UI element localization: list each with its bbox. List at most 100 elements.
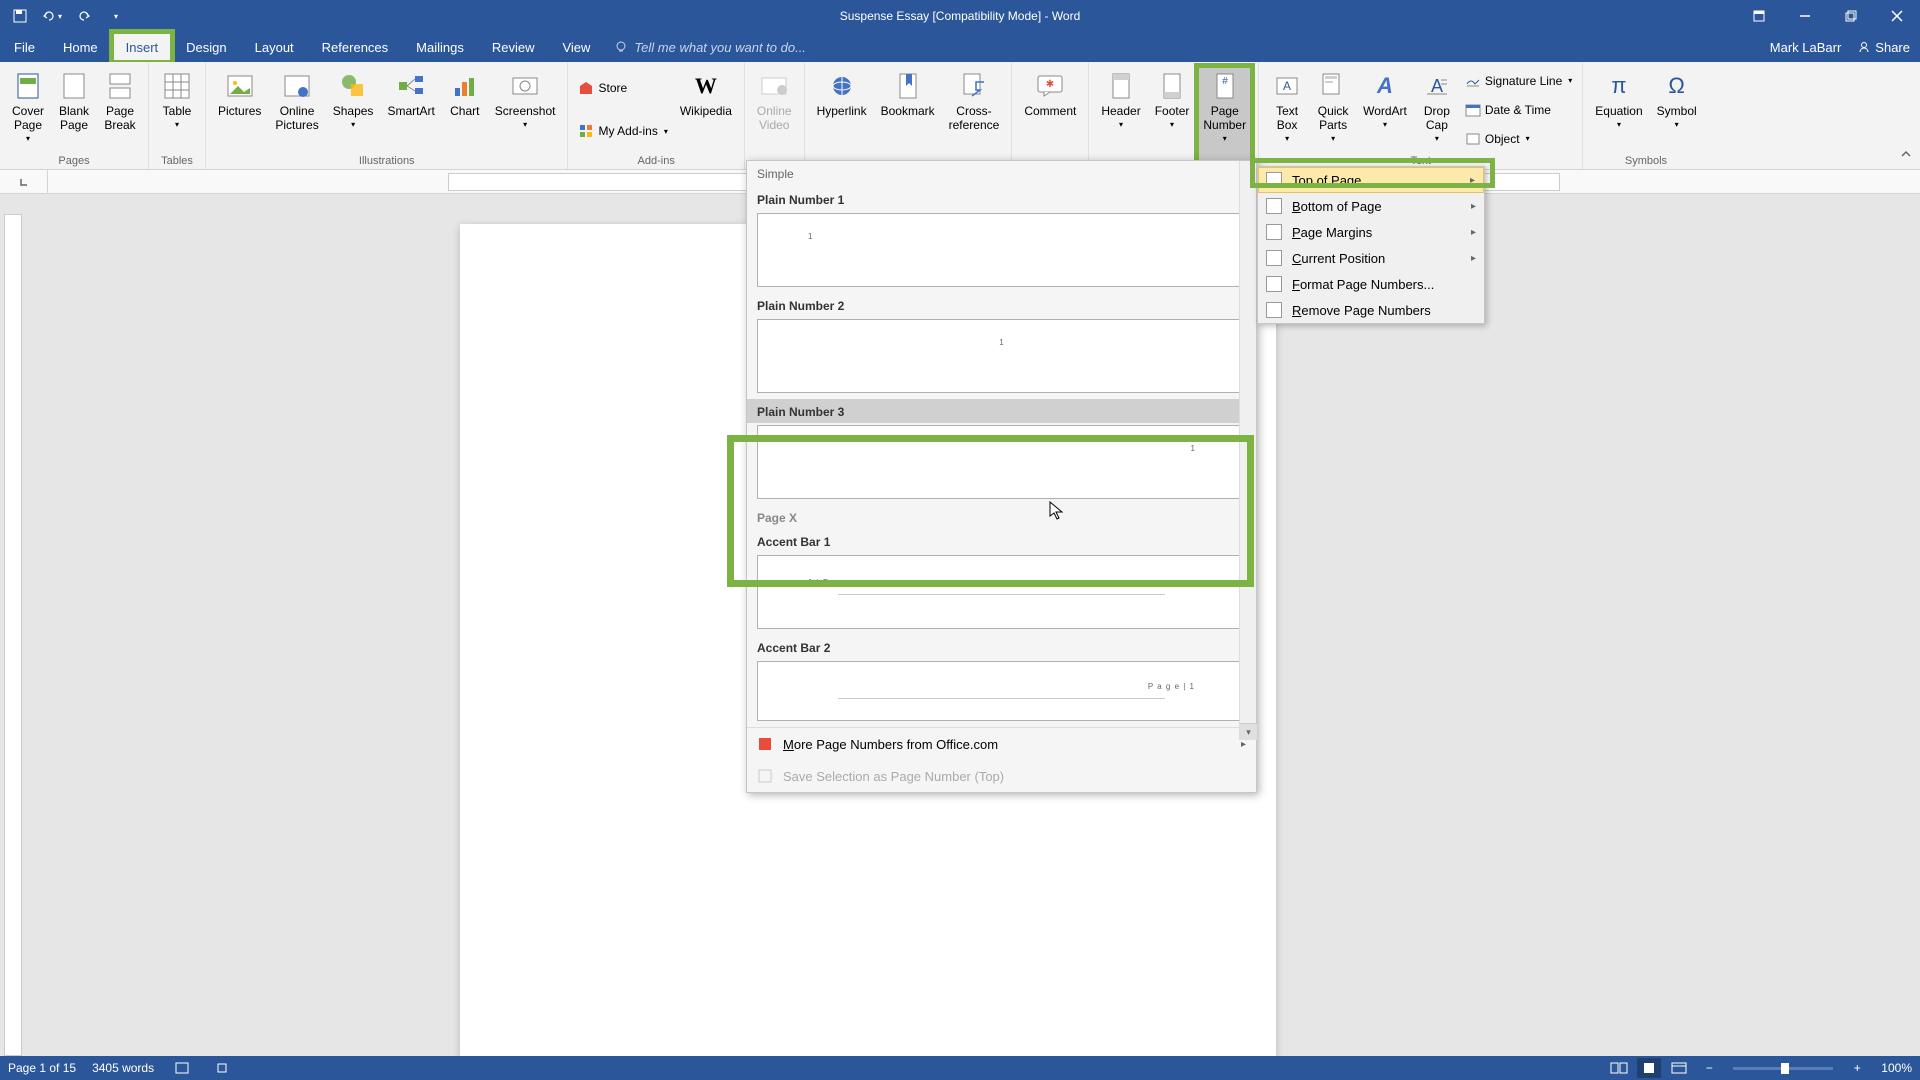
shapes-icon [337,70,369,102]
bottom-of-page-icon [1266,198,1282,214]
page-count[interactable]: Page 1 of 15 [8,1061,76,1075]
read-mode-button[interactable] [1607,1058,1631,1078]
smartart-button[interactable]: SmartArt [381,66,440,153]
maximize-button[interactable] [1828,0,1874,32]
drop-cap-button[interactable]: ADrop Cap▾ [1415,66,1459,153]
tab-design[interactable]: Design [172,32,240,62]
table-button[interactable]: Table▾ [155,66,199,153]
more-page-numbers-link[interactable]: More Page Numbers from Office.com ▸ [747,728,1256,760]
addins-icon [578,123,594,139]
online-pictures-button[interactable]: Online Pictures [269,66,324,153]
menu-format-page-numbers[interactable]: Format Page Numbers... [1258,271,1484,297]
qat-customize[interactable]: ▾ [104,4,128,28]
page-break-icon [104,70,136,102]
share-button[interactable]: Share [1857,40,1910,55]
my-addins-button[interactable]: My Add-ins▾ [574,121,671,141]
zoom-level[interactable]: 100% [1881,1061,1912,1075]
object-button[interactable]: Object▾ [1461,130,1576,148]
hyperlink-button[interactable]: Hyperlink [811,66,873,165]
bookmark-button[interactable]: Bookmark [875,66,941,165]
gallery-item-plain-number-1[interactable]: 1 [757,213,1246,287]
footer-button[interactable]: Footer▾ [1149,66,1196,165]
save-icon[interactable] [8,4,32,28]
comment-button[interactable]: ✱Comment [1018,66,1082,165]
tab-references[interactable]: References [308,32,402,62]
store-icon [578,80,594,96]
office-icon [757,736,773,752]
zoom-in-button[interactable]: + [1845,1058,1869,1078]
tab-insert[interactable]: Insert [112,32,173,62]
word-count[interactable]: 3405 words [92,1061,154,1075]
table-icon [161,70,193,102]
spell-check-icon[interactable] [170,1058,194,1078]
tab-mailings[interactable]: Mailings [402,32,478,62]
collapse-ribbon-button[interactable] [1900,147,1912,165]
date-time-button[interactable]: Date & Time [1461,101,1576,119]
gallery-item-plain-number-2[interactable]: 1 [757,319,1246,393]
page-break-button[interactable]: Page Break [98,66,142,153]
minimize-button[interactable] [1782,0,1828,32]
share-icon [1857,40,1871,54]
symbol-button[interactable]: ΩSymbol▾ [1651,66,1703,153]
tab-selector[interactable] [0,170,48,194]
gallery-item-accent-bar-1[interactable]: 1 | P a g e [757,555,1246,629]
undo-button[interactable]: ▾ [40,4,64,28]
ribbon: Cover Page▾ Blank Page Page Break Pages … [0,62,1920,170]
zoom-out-button[interactable]: − [1697,1058,1721,1078]
web-layout-button[interactable] [1667,1058,1691,1078]
equation-button[interactable]: πEquation▾ [1589,66,1648,153]
menu-top-of-page[interactable]: Top of Page▸ [1258,167,1484,193]
menu-current-position[interactable]: Current Position▸ [1258,245,1484,271]
cross-reference-button[interactable]: Cross- reference [943,66,1006,165]
user-name[interactable]: Mark LaBarr [1770,40,1842,55]
gallery-item-plain-number-3[interactable]: 1 [757,425,1246,499]
symbols-group-label: Symbols [1589,153,1702,167]
gallery-scrollbar[interactable]: ▾ [1239,161,1256,740]
tab-file[interactable]: File [0,32,49,62]
tab-home[interactable]: Home [49,32,112,62]
tab-layout[interactable]: Layout [241,32,308,62]
header-button[interactable]: Header▾ [1095,66,1146,165]
menu-page-margins[interactable]: Page Margins▸ [1258,219,1484,245]
cover-page-icon [12,70,44,102]
wikipedia-button[interactable]: WWikipedia [674,66,738,153]
online-pictures-icon [281,70,313,102]
smartart-icon [395,70,427,102]
pictures-icon [224,70,256,102]
text-box-button[interactable]: AText Box▾ [1265,66,1309,153]
quick-parts-button[interactable]: Quick Parts▾ [1311,66,1355,153]
status-bar: Page 1 of 15 3405 words − + 100% [0,1056,1920,1080]
chart-button[interactable]: Chart [443,66,487,153]
wordart-button[interactable]: AWordArt▾ [1357,66,1413,153]
screenshot-button[interactable]: Screenshot▾ [489,66,562,153]
tab-view[interactable]: View [548,32,604,62]
illustrations-group-label: Illustrations [212,153,561,167]
tell-me-search[interactable]: Tell me what you want to do... [614,40,806,55]
equation-icon: π [1603,70,1635,102]
gallery-item-accent-bar-2[interactable]: P a g e | 1 [757,661,1246,721]
macro-icon[interactable] [210,1058,234,1078]
cover-page-button[interactable]: Cover Page▾ [6,66,50,153]
addins-group-label: Add-ins [574,153,737,167]
blank-page-button[interactable]: Blank Page [52,66,96,153]
online-video-button[interactable]: Online Video [751,66,798,165]
store-button[interactable]: Store [574,78,671,98]
screenshot-icon [509,70,541,102]
signature-line-button[interactable]: Signature Line▾ [1461,72,1576,90]
pictures-button[interactable]: Pictures [212,66,267,153]
ribbon-display-options[interactable] [1736,0,1782,32]
scroll-down-button[interactable]: ▾ [1240,723,1257,740]
vertical-ruler[interactable] [4,214,22,1056]
zoom-slider[interactable] [1733,1067,1833,1070]
close-button[interactable] [1874,0,1920,32]
print-layout-button[interactable] [1637,1058,1661,1078]
redo-button[interactable] [72,4,96,28]
menu-remove-page-numbers[interactable]: Remove Page Numbers [1258,297,1484,323]
menu-bottom-of-page[interactable]: Bottom of Page▸ [1258,193,1484,219]
shapes-button[interactable]: Shapes▾ [327,66,380,153]
tab-review[interactable]: Review [478,32,549,62]
gallery-label-ab2: Accent Bar 2 [747,635,1256,659]
gallery-label-ab1: Accent Bar 1 [747,529,1256,553]
svg-text:✱: ✱ [1046,79,1054,90]
page-number-button[interactable]: #Page Number▾ [1197,66,1252,165]
